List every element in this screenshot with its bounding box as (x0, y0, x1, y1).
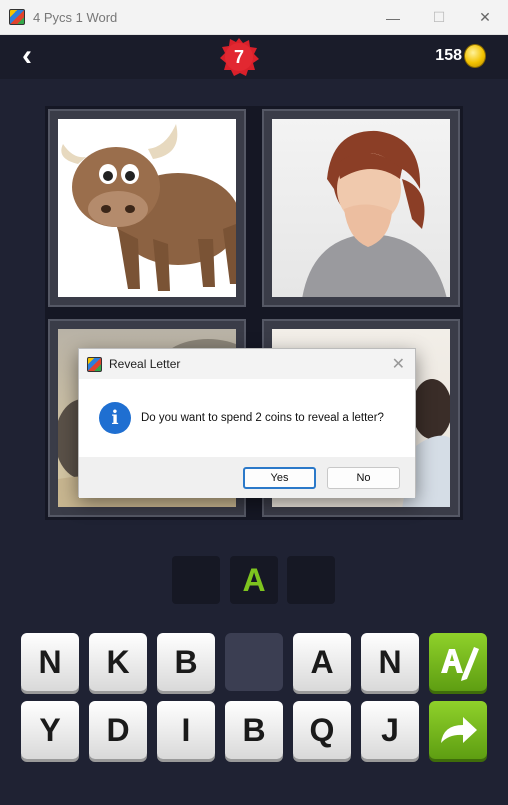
reveal-letter-button[interactable] (429, 633, 487, 691)
dialog-titlebar: Reveal Letter ✕ (79, 349, 415, 379)
level-number: 7 (233, 47, 244, 67)
letter-key[interactable]: Y (21, 701, 79, 759)
answer-slot-2[interactable]: A (230, 556, 278, 604)
arrow-right-icon (441, 717, 477, 743)
back-button[interactable]: ‹ (22, 41, 50, 71)
letter-key[interactable]: B (157, 633, 215, 691)
letter-key[interactable]: Q (293, 701, 351, 759)
letter-key[interactable]: J (361, 701, 419, 759)
reveal-letter-icon (441, 647, 479, 681)
window-titlebar: 4 Pycs 1 Word — ☐ ✕ (0, 0, 508, 35)
answer-slot-1[interactable] (172, 556, 220, 604)
reveal-letter-dialog: Reveal Letter ✕ i Do you want to spend 2… (78, 348, 416, 498)
maximize-button[interactable]: ☐ (416, 0, 462, 35)
coin-icon (464, 44, 486, 68)
app-icon (87, 356, 102, 372)
letter-key[interactable]: B (225, 701, 283, 759)
letter-key[interactable]: N (21, 633, 79, 691)
info-icon: i (99, 402, 131, 434)
image-tile-1[interactable] (48, 109, 246, 307)
game-header: ‹ 7 158 (0, 35, 508, 79)
coin-count: 158 (435, 47, 462, 64)
skip-button[interactable] (429, 701, 487, 759)
app-icon (9, 9, 25, 25)
yes-button[interactable]: Yes (243, 467, 316, 489)
letter-key[interactable]: I (157, 701, 215, 759)
answer-slot-3[interactable] (287, 556, 335, 604)
close-button[interactable]: ✕ (462, 0, 508, 35)
letter-key[interactable]: A (293, 633, 351, 691)
no-button[interactable]: No (327, 467, 400, 489)
dialog-close-button[interactable]: ✕ (392, 354, 405, 374)
dialog-title: Reveal Letter (109, 357, 181, 371)
letter-key[interactable]: N (361, 633, 419, 691)
minimize-button[interactable]: — (370, 0, 416, 35)
image-tile-2[interactable] (262, 109, 460, 307)
window-title: 4 Pycs 1 Word (33, 9, 118, 25)
level-badge: 7 (219, 37, 259, 77)
woman-coughing-icon (272, 119, 450, 297)
dialog-body: i Do you want to spend 2 coins to reveal… (79, 379, 415, 457)
dialog-footer: Yes No (79, 457, 415, 498)
used-letter-key (225, 633, 283, 691)
dialog-message: Do you want to spend 2 coins to reveal a… (141, 412, 384, 424)
letter-key[interactable]: K (89, 633, 147, 691)
letter-key[interactable]: D (89, 701, 147, 759)
yak-icon (58, 119, 236, 297)
